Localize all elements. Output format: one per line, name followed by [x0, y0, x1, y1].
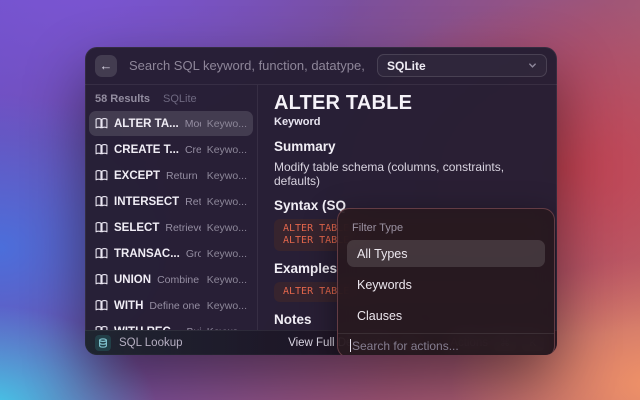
result-type: Keywo... [207, 196, 247, 208]
summary-text: Modify table schema (columns, constraint… [274, 160, 541, 188]
app-window: ← SQLite 58 Results SQLite ALTER TA... M… [85, 47, 557, 355]
result-subtitle: Modify ta... [185, 118, 201, 130]
arrow-left-icon: ← [100, 59, 113, 72]
result-title: TRANSAC... [114, 248, 180, 260]
database-icon [95, 335, 111, 351]
result-subtitle: Retrieve colu... [165, 222, 200, 234]
chevron-down-icon [528, 59, 537, 73]
result-subtitle: Return rows f... [166, 170, 201, 182]
detail-title: ALTER TABLE [274, 92, 541, 114]
list-item-with[interactable]: WITH Define one or m... Keywo... [89, 293, 253, 318]
result-title: ALTER TA... [114, 118, 179, 130]
list-item-transaction[interactable]: TRANSAC... Group st... Keywo... [89, 241, 253, 266]
results-header: 58 Results SQLite [85, 90, 257, 111]
list-item-create-table[interactable]: CREATE T... Create a... Keywo... [89, 137, 253, 162]
search-bar: ← SQLite [85, 47, 557, 85]
engine-dropdown[interactable]: SQLite [377, 54, 547, 77]
text-cursor [350, 339, 351, 352]
result-type: Keywo... [207, 222, 247, 234]
filter-option-clauses[interactable]: Clauses [347, 302, 545, 329]
list-item-intersect[interactable]: INTERSECT Return ro... Keywo... [89, 189, 253, 214]
open-book-icon [95, 221, 108, 234]
result-title: WITH [114, 300, 143, 312]
results-rows: ALTER TA... Modify ta... Keywo... CREATE… [85, 111, 257, 330]
result-type: Keywo... [207, 118, 247, 130]
list-item-select[interactable]: SELECT Retrieve colu... Keywo... [89, 215, 253, 240]
open-book-icon [95, 195, 108, 208]
result-subtitle: Return ro... [185, 196, 201, 208]
result-subtitle: Create a... [185, 144, 201, 156]
result-subtitle: Group st... [186, 248, 201, 260]
results-scope: SQLite [163, 93, 197, 105]
list-item-with-recursive[interactable]: WITH REC... Build rec... Keywo... [89, 319, 253, 330]
result-type: Keywo... [207, 274, 247, 286]
open-book-icon [95, 169, 108, 182]
search-input[interactable] [127, 57, 367, 74]
list-item-union[interactable]: UNION Combine resul... Keywo... [89, 267, 253, 292]
filter-option-label: Clauses [357, 309, 402, 323]
popover-section-label: Filter Type [347, 222, 545, 234]
filter-option-keywords[interactable]: Keywords [347, 271, 545, 298]
result-subtitle: Combine resul... [157, 274, 201, 286]
result-subtitle: Define one or m... [149, 300, 200, 312]
engine-dropdown-value: SQLite [387, 59, 426, 73]
result-type: Keywo... [207, 170, 247, 182]
results-count: 58 Results [95, 93, 150, 105]
result-title: SELECT [114, 222, 159, 234]
open-book-icon [95, 299, 108, 312]
filter-option-label: All Types [357, 247, 408, 261]
list-item-alter-table[interactable]: ALTER TA... Modify ta... Keywo... [89, 111, 253, 136]
filter-option-label: Keywords [357, 278, 412, 292]
result-type: Keywo... [207, 248, 247, 260]
main-area: 58 Results SQLite ALTER TA... Modify ta.… [85, 85, 557, 330]
filter-type-popover: Filter Type All Types Keywords Clauses S… [337, 208, 555, 355]
detail-type-label: Keyword [274, 116, 541, 129]
result-type: Keywo... [207, 144, 247, 156]
result-title: CREATE T... [114, 144, 179, 156]
summary-heading: Summary [274, 138, 541, 155]
list-item-except[interactable]: EXCEPT Return rows f... Keywo... [89, 163, 253, 188]
actions-search-placeholder: Search for actions... [352, 339, 459, 353]
result-title: UNION [114, 274, 151, 286]
back-button[interactable]: ← [95, 55, 117, 77]
result-title: EXCEPT [114, 170, 160, 182]
open-book-icon [95, 143, 108, 156]
filter-option-all-types[interactable]: All Types [347, 240, 545, 267]
open-book-icon [95, 117, 108, 130]
open-book-icon [95, 273, 108, 286]
result-title: INTERSECT [114, 196, 179, 208]
app-name: SQL Lookup [119, 337, 183, 349]
results-list: 58 Results SQLite ALTER TA... Modify ta.… [85, 85, 258, 330]
popover-options: Filter Type All Types Keywords Clauses [338, 209, 554, 333]
actions-search-input[interactable]: Search for actions... [338, 333, 554, 355]
result-type: Keywo... [207, 300, 247, 312]
open-book-icon [95, 247, 108, 260]
